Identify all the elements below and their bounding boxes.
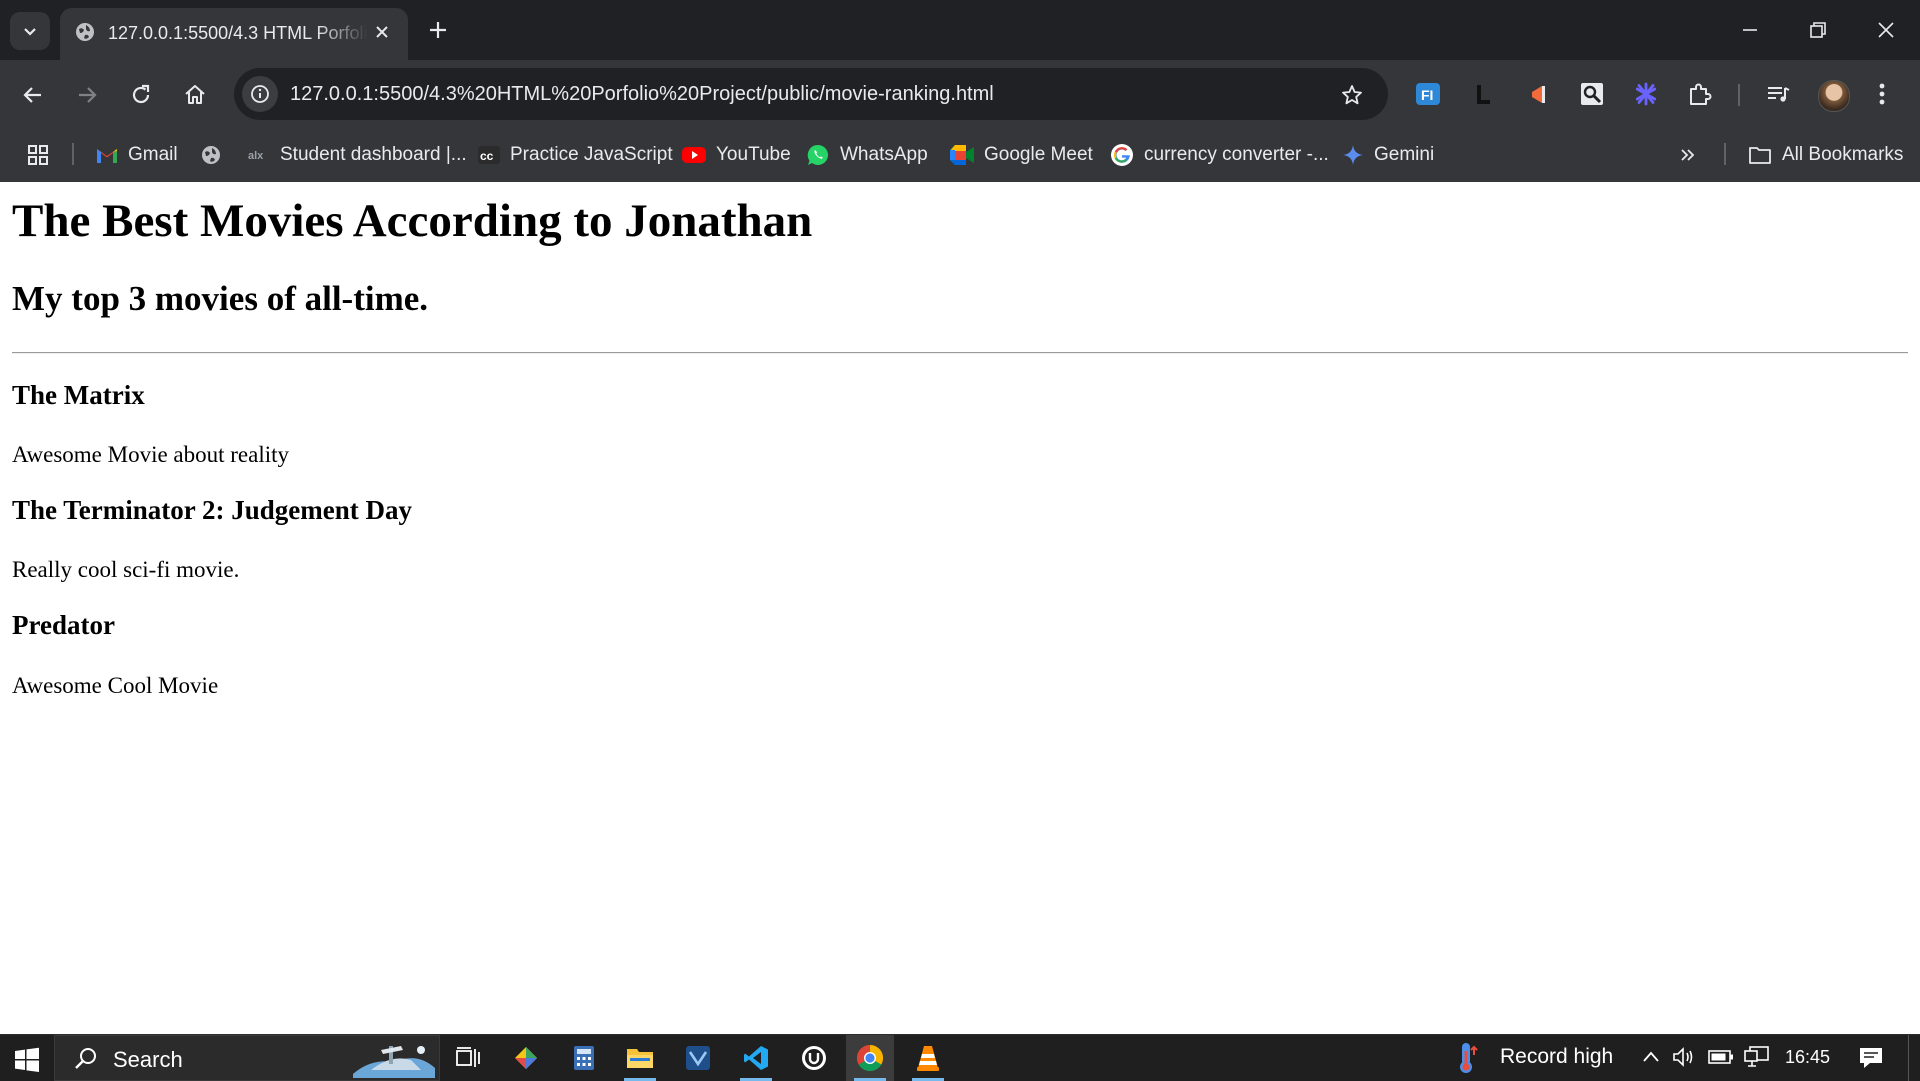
globe-icon	[74, 21, 96, 43]
address-bar[interactable]: 127.0.0.1:5500/4.3%20HTML%20Porfolio%20P…	[234, 68, 1388, 120]
more-bookmarks-icon[interactable]	[1678, 141, 1698, 169]
movie-title: The Terminator 2: Judgement Day	[12, 495, 413, 525]
page-content: The Best Movies According to Jonathan My…	[0, 182, 1920, 1034]
windows-taskbar: Search Record high 16:45	[0, 1034, 1920, 1081]
bookmark-google-meet[interactable]: Google Meet	[950, 141, 1093, 169]
clock-time[interactable]: 16:45	[1785, 1047, 1830, 1068]
browser-toolbar: 127.0.0.1:5500/4.3%20HTML%20Porfolio%20P…	[0, 60, 1920, 128]
extension-fi-icon[interactable]: FI	[1414, 80, 1442, 108]
apps-grid-icon[interactable]	[26, 141, 50, 169]
toolbar-separator	[1738, 84, 1740, 106]
movie-description: Awesome Cool Movie	[12, 673, 219, 698]
extension-orange-icon[interactable]	[1524, 80, 1552, 108]
thermometer-icon	[1454, 1041, 1480, 1075]
extension-magnifier-icon[interactable]	[1578, 80, 1606, 108]
extensions-puzzle-icon[interactable]	[1686, 80, 1714, 108]
alx-icon: alx	[248, 148, 270, 162]
horizontal-rule	[12, 352, 1908, 354]
bookmarks-bar: Gmail alx Student dashboard |... cc Prac…	[0, 128, 1920, 182]
extension-l-icon[interactable]	[1470, 80, 1498, 108]
folder-icon	[1748, 145, 1772, 165]
svg-text:cc: cc	[480, 149, 494, 163]
url-text[interactable]: 127.0.0.1:5500/4.3%20HTML%20Porfolio%20P…	[290, 81, 994, 107]
bookmark-whatsapp[interactable]: WhatsApp	[806, 141, 928, 169]
reload-icon[interactable]	[128, 82, 154, 108]
new-tab-icon[interactable]	[426, 18, 450, 42]
close-tab-icon[interactable]	[372, 22, 392, 42]
gmail-icon	[96, 146, 118, 164]
google-icon	[1110, 143, 1134, 167]
battery-icon[interactable]	[1708, 1048, 1734, 1066]
vscode-icon[interactable]	[732, 1035, 780, 1081]
bookmarks-separator	[72, 143, 74, 165]
active-tab[interactable]: 127.0.0.1:5500/4.3 HTML Porfolio Project…	[60, 8, 408, 60]
volume-icon[interactable]	[1672, 1046, 1696, 1068]
page-heading: The Best Movies According to Jonathan	[12, 195, 813, 247]
home-icon[interactable]	[182, 82, 208, 108]
bookmarks-separator	[1724, 143, 1726, 165]
tab-search-button[interactable]	[10, 12, 50, 50]
bookmark-globe[interactable]	[200, 141, 232, 169]
bookmark-youtube[interactable]: YouTube	[682, 141, 791, 169]
globe-icon	[200, 144, 222, 166]
bookmark-currency-converter[interactable]: currency converter -...	[1110, 141, 1329, 169]
app-u-circle-icon[interactable]	[790, 1035, 838, 1081]
chrome-icon[interactable]	[846, 1035, 894, 1081]
movie-description: Awesome Movie about reality	[12, 442, 290, 467]
windows-start-icon[interactable]	[14, 1047, 40, 1073]
notifications-icon[interactable]	[1858, 1045, 1884, 1071]
weather-label[interactable]: Record high	[1500, 1045, 1613, 1069]
menu-kebab-icon[interactable]	[1872, 80, 1892, 108]
extension-snowflake-icon[interactable]	[1632, 80, 1660, 108]
media-control-icon[interactable]	[1764, 80, 1792, 108]
movie-description: Really cool sci-fi movie.	[12, 557, 240, 582]
bookmark-gemini[interactable]: Gemini	[1342, 141, 1434, 169]
restore-icon[interactable]	[1806, 18, 1830, 42]
app-diamond-icon[interactable]	[502, 1035, 550, 1081]
whatsapp-icon	[806, 143, 830, 167]
youtube-icon	[682, 146, 706, 164]
cc-icon: cc	[478, 144, 500, 166]
bookmark-practice-javascript[interactable]: cc Practice JavaScript	[478, 141, 673, 169]
meet-icon	[950, 145, 974, 165]
tab-title: 127.0.0.1:5500/4.3 HTML Porfolio Project…	[108, 23, 368, 43]
profile-avatar[interactable]	[1818, 80, 1850, 112]
page-subheading: My top 3 movies of all-time.	[12, 279, 429, 318]
search-highlight-image	[351, 1040, 437, 1078]
all-bookmarks-button[interactable]: All Bookmarks	[1748, 141, 1903, 169]
search-placeholder: Search	[113, 1047, 183, 1072]
info-icon	[251, 85, 269, 103]
chevron-down-icon	[24, 28, 36, 36]
task-view-icon[interactable]	[444, 1035, 492, 1081]
gemini-icon	[1342, 144, 1364, 166]
chevron-up-icon[interactable]	[1640, 1047, 1662, 1067]
bookmark-gmail[interactable]: Gmail	[96, 141, 178, 169]
site-info-button[interactable]	[242, 76, 278, 112]
app-blue-logo-icon[interactable]	[674, 1035, 722, 1081]
search-icon	[73, 1046, 99, 1072]
svg-text:alx: alx	[248, 150, 264, 162]
network-icon[interactable]	[1744, 1046, 1770, 1068]
back-icon[interactable]	[20, 82, 46, 108]
minimize-icon[interactable]	[1738, 18, 1762, 42]
tab-strip: 127.0.0.1:5500/4.3 HTML Porfolio Project…	[0, 0, 1920, 60]
calculator-icon[interactable]	[560, 1035, 608, 1081]
close-window-icon[interactable]	[1874, 18, 1898, 42]
vlc-icon[interactable]	[904, 1035, 952, 1081]
forward-icon[interactable]	[74, 82, 100, 108]
file-explorer-icon[interactable]	[616, 1035, 664, 1081]
movie-title: The Matrix	[12, 380, 145, 410]
svg-text:FI: FI	[1421, 87, 1433, 103]
taskbar-search-box[interactable]: Search	[54, 1035, 440, 1081]
bookmark-student-dashboard[interactable]: alx Student dashboard |...	[248, 141, 467, 169]
movie-title: Predator	[12, 610, 115, 640]
show-desktop-button[interactable]	[1908, 1035, 1909, 1081]
bookmark-star-icon[interactable]	[1340, 83, 1364, 107]
